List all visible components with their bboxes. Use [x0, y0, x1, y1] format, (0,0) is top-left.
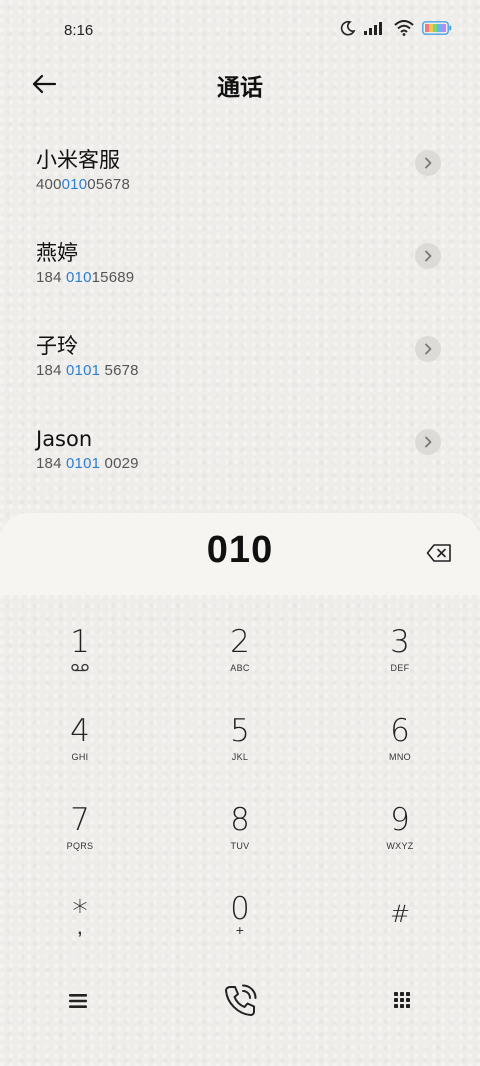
number-suffix: 0029: [100, 455, 139, 472]
number-prefix: 400: [36, 176, 62, 193]
backspace-icon: [426, 544, 452, 567]
number-prefix: 184: [36, 269, 66, 286]
number-prefix: 184: [36, 455, 66, 472]
number-match: 010: [66, 269, 92, 286]
key-letters: GHI: [71, 752, 89, 762]
contact-detail-button[interactable]: [415, 150, 441, 176]
key-digit: #: [389, 900, 411, 928]
key-letters: +: [235, 922, 245, 938]
call-button[interactable]: [216, 979, 264, 1027]
key-letters: PQRS: [66, 841, 94, 851]
key-letters: TUV: [230, 841, 250, 851]
key-8[interactable]: 8 TUV: [190, 803, 290, 883]
backspace-button[interactable]: [426, 543, 452, 565]
status-icons: [340, 20, 452, 36]
key-letters: ABC: [230, 663, 250, 673]
key-hash[interactable]: #: [350, 897, 450, 977]
key-digit: 7: [70, 802, 90, 838]
key-3[interactable]: 3 DEF: [350, 625, 450, 705]
menu-button[interactable]: [54, 979, 102, 1027]
key-4[interactable]: 4 GHI: [30, 714, 130, 794]
key-digit: 3: [390, 624, 410, 660]
dialpad-bottom-bar: [0, 979, 480, 1049]
number-match: 010: [61, 176, 88, 193]
key-digit: 2: [230, 624, 250, 660]
chevron-right-icon: [423, 154, 433, 173]
number-match: 0101: [66, 362, 101, 379]
contact-name: Jason: [36, 427, 93, 451]
contact-list: 小米客服 40001005678 燕婷 184 01015689 子玲 184 …: [0, 124, 480, 496]
dialpad-grid-icon: [392, 990, 412, 1016]
status-time: 8:16: [64, 22, 94, 39]
contact-name: 燕婷: [36, 241, 78, 265]
dialed-number: 010: [206, 529, 274, 571]
chevron-right-icon: [423, 247, 433, 266]
key-digit: 5: [230, 713, 250, 749]
chevron-right-icon: [423, 433, 433, 452]
number-suffix: 15689: [91, 269, 135, 286]
menu-icon: [68, 992, 88, 1014]
key-5[interactable]: 5 JKL: [190, 714, 290, 794]
contact-item[interactable]: 燕婷 184 01015689: [0, 217, 480, 310]
contact-number: 184 0101 5678: [36, 362, 480, 379]
contact-detail-button[interactable]: [415, 243, 441, 269]
key-letters: MNO: [389, 752, 411, 762]
number-prefix: 184: [36, 362, 66, 379]
voicemail-icon: [30, 663, 130, 674]
moon-icon: [340, 20, 356, 36]
key-letters: ,: [77, 921, 83, 938]
key-1[interactable]: 1: [30, 625, 130, 705]
dialpad: 010 1 2 ABC 3 DEF 4 GHI 5 JKL 6 MNO 7 PQ…: [0, 513, 480, 1066]
page-title: 通话: [217, 75, 263, 101]
contact-detail-button[interactable]: [415, 336, 441, 362]
key-0[interactable]: 0 +: [190, 892, 290, 972]
contact-number: 184 0101 0029: [36, 455, 480, 472]
key-digit: 1: [70, 624, 90, 660]
key-7[interactable]: 7 PQRS: [30, 803, 130, 883]
key-digit: 4: [70, 713, 90, 749]
key-digit: 0: [230, 891, 250, 927]
key-digit: 6: [390, 713, 410, 749]
key-star[interactable]: * ,: [30, 895, 130, 975]
signal-icon: [364, 21, 386, 35]
number-match: 0101: [66, 455, 101, 472]
wifi-icon: [394, 20, 414, 36]
contact-item[interactable]: Jason 184 0101 0029: [0, 403, 480, 496]
header: 通话: [0, 62, 480, 106]
number-suffix: 5678: [100, 362, 139, 379]
key-2[interactable]: 2 ABC: [190, 625, 290, 705]
contact-number: 184 01015689: [36, 269, 480, 286]
key-6[interactable]: 6 MNO: [350, 714, 450, 794]
key-9[interactable]: 9 WXYZ: [350, 803, 450, 883]
number-suffix: 05678: [87, 176, 130, 193]
contact-item[interactable]: 小米客服 40001005678: [0, 124, 480, 217]
contact-name: 子玲: [36, 334, 78, 358]
contact-number: 40001005678: [36, 176, 480, 193]
key-letters: DEF: [390, 663, 410, 673]
contact-detail-button[interactable]: [415, 429, 441, 455]
key-letters: WXYZ: [386, 841, 414, 851]
key-digit: 8: [230, 802, 250, 838]
hide-dialpad-button[interactable]: [378, 979, 426, 1027]
key-digit: 9: [390, 802, 410, 838]
contact-item[interactable]: 子玲 184 0101 5678: [0, 310, 480, 403]
battery-icon: [422, 21, 452, 35]
chevron-right-icon: [423, 340, 433, 359]
dial-entry-panel: 010: [0, 513, 480, 595]
key-letters: JKL: [231, 752, 249, 762]
status-bar: 8:16: [0, 0, 480, 62]
phone-call-icon: [221, 982, 259, 1024]
contact-name: 小米客服: [36, 148, 120, 172]
